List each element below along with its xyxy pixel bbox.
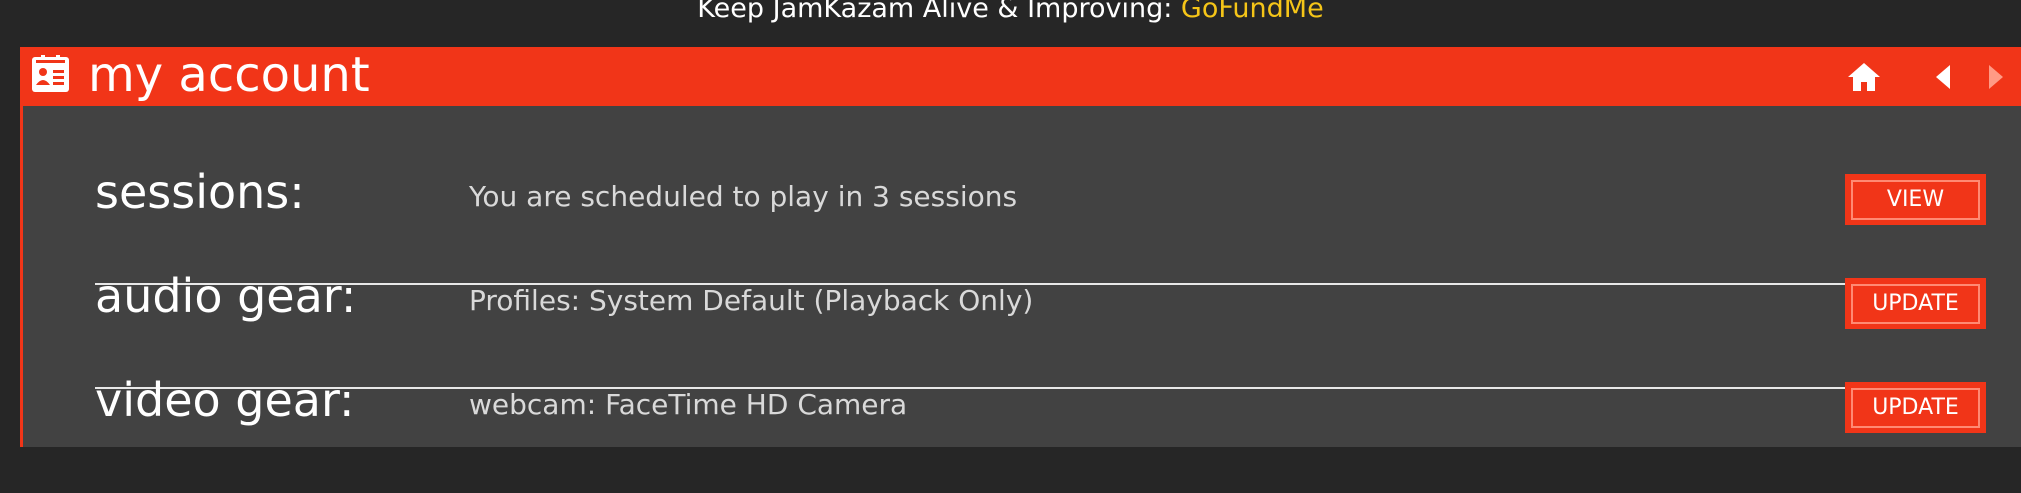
page-title: my account — [88, 47, 370, 103]
row-description: Profiles: System Default (Playback Only) — [469, 284, 1034, 317]
view-sessions-button[interactable]: VIEW — [1845, 174, 1986, 225]
home-button[interactable] — [1844, 47, 1884, 106]
gofundme-link[interactable]: GoFundMe — [1181, 0, 1324, 24]
back-arrow-icon — [1936, 64, 1950, 89]
forward-arrow-icon — [1989, 64, 2003, 89]
video-gear-row: video gear: webcam: FaceTime HD Camera U… — [95, 373, 1986, 493]
update-audio-gear-button[interactable]: UPDATE — [1845, 278, 1986, 329]
button-label: VIEW — [1851, 179, 1980, 220]
account-screen: my account sessions: You are scheduled t… — [20, 47, 2021, 447]
button-label: UPDATE — [1851, 283, 1980, 324]
support-banner-text: Keep JamKazam Alive & Improving: — [697, 0, 1181, 24]
row-description: webcam: FaceTime HD Camera — [469, 388, 908, 421]
button-label: UPDATE — [1851, 387, 1980, 428]
support-banner: Keep JamKazam Alive & Improving: GoFundM… — [0, 0, 2021, 47]
account-card-icon — [32, 55, 69, 92]
forward-button[interactable] — [1981, 47, 2011, 106]
sessions-row: sessions: You are scheduled to play in 3… — [95, 165, 1986, 285]
row-description: You are scheduled to play in 3 sessions — [469, 180, 1018, 213]
update-video-gear-button[interactable]: UPDATE — [1845, 382, 1986, 433]
back-button[interactable] — [1928, 47, 1958, 106]
audio-gear-row: audio gear: Profiles: System Default (Pl… — [95, 269, 1986, 389]
home-icon — [1848, 62, 1880, 91]
screen-header: my account — [23, 47, 2021, 106]
